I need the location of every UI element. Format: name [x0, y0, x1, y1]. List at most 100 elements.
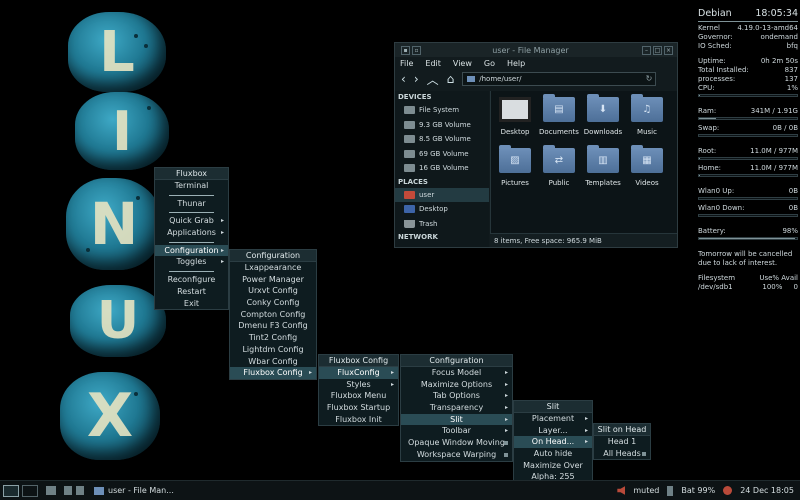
window-sticky-icon[interactable]: ▫	[412, 45, 421, 55]
menu-item-dmenu-f3-config[interactable]: Dmenu F3 Config	[230, 320, 316, 332]
cpu-value: 1%	[786, 84, 798, 92]
menu-item-applications[interactable]: Applications ▸	[155, 227, 228, 239]
folder-grid: Desktop ▤ Documents ⬇ Downloads ♫ Music ▨ Pictur…	[493, 94, 669, 187]
volume-status[interactable]: muted	[633, 486, 659, 495]
menu-item-compton-config[interactable]: Compton Config	[230, 309, 316, 321]
menu-item-label: Exit	[183, 298, 200, 308]
submenu-arrow-icon: ▸	[390, 369, 394, 376]
sidebar-item-device[interactable]: 9.3 GB Volume	[395, 118, 489, 133]
menu-item-reconfigure[interactable]: Reconfigure	[155, 274, 228, 286]
menu-item-fluxbox-init[interactable]: Fluxbox Init	[319, 414, 398, 426]
settings-launcher-icon[interactable]	[64, 486, 72, 495]
menu-item-thunar[interactable]: Thunar	[155, 198, 228, 210]
drive-icon	[404, 120, 415, 129]
reload-icon[interactable]: ↻	[646, 74, 653, 83]
sidebar-item-label: Trash	[419, 219, 438, 228]
menubar-item-edit[interactable]: Edit	[425, 59, 441, 68]
menu-item-maximize-options[interactable]: Maximize Options ▸	[401, 379, 512, 391]
menu-item-label: Dmenu F3 Config	[238, 321, 308, 331]
window-menu-icon[interactable]: ▪	[401, 45, 410, 55]
menu-item-head-1[interactable]: Head 1	[594, 436, 650, 448]
folder-item-documents[interactable]: ▤ Documents	[537, 94, 581, 136]
menu-item-label: Toggles	[176, 257, 207, 267]
folder-item-public[interactable]: ⇄ Public	[537, 145, 581, 187]
checkbox-icon[interactable]	[504, 441, 508, 446]
menu-item-tint2-config[interactable]: Tint2 Config	[230, 332, 316, 344]
menu-item-opaque-window-moving[interactable]: Opaque Window Moving	[401, 437, 512, 449]
menubar-item-view[interactable]: View	[453, 59, 472, 68]
taskbar-task-file-manager[interactable]: user - File Man...	[94, 486, 174, 495]
sidebar-item-device[interactable]: File System	[395, 103, 489, 118]
close-icon[interactable]: ×	[664, 45, 673, 55]
menu-item-quick-grab[interactable]: Quick Grab ▸	[155, 215, 228, 227]
sidebar-item-trash[interactable]: Trash	[395, 217, 489, 232]
sidebar-item-device[interactable]: 16 GB Volume	[395, 161, 489, 176]
menu-item-fluxbox-menu[interactable]: Fluxbox Menu	[319, 390, 398, 402]
sidebar-item-device[interactable]: 8.5 GB Volume	[395, 132, 489, 147]
forward-arrow-icon[interactable]: ›	[414, 72, 419, 86]
sidebar-item-desktop[interactable]: Desktop	[395, 202, 489, 217]
menu-item-workspace-warping[interactable]: Workspace Warping	[401, 449, 512, 461]
sidebar-item-device[interactable]: 69 GB Volume	[395, 147, 489, 162]
folder-item-downloads[interactable]: ⬇ Downloads	[581, 94, 625, 136]
taskbar: user - File Man... muted Bat 99% 24 Dec …	[0, 480, 800, 500]
submenu-arrow-icon: ▸	[584, 438, 588, 446]
menu-item-all-heads[interactable]: All Heads	[594, 448, 650, 460]
sidebar-item-user[interactable]: user	[395, 187, 489, 202]
menu-item-toolbar[interactable]: Toolbar ▸	[401, 425, 512, 437]
menubar-item-help[interactable]: Help	[507, 59, 525, 68]
menu-item-label: Placement	[531, 414, 575, 423]
menu-item-label: Compton Config	[240, 309, 306, 319]
folder-item-templates[interactable]: ▥ Templates	[581, 145, 625, 187]
folder-item-desktop[interactable]: Desktop	[493, 97, 537, 136]
up-arrow-icon[interactable]: ︿	[427, 71, 439, 88]
menu-item-wbar-config[interactable]: Wbar Config	[230, 356, 316, 368]
menu-item-placement[interactable]: Placement ▸	[514, 413, 592, 425]
menu-item-styles[interactable]: Styles ▸	[319, 379, 398, 391]
menu-item-conky-config[interactable]: Conky Config	[230, 297, 316, 309]
menu-item-focus-model[interactable]: Focus Model ▸	[401, 367, 512, 379]
menu-item-fluxbox-config[interactable]: Fluxbox Config ▸	[230, 367, 316, 379]
sidebar-item-label: 69 GB Volume	[419, 149, 469, 158]
folder-item-music[interactable]: ♫ Music	[625, 94, 669, 136]
menu-item-label: Configuration	[164, 245, 219, 255]
minimize-icon[interactable]: –	[642, 45, 651, 55]
menu-item-tab-options[interactable]: Tab Options ▸	[401, 390, 512, 402]
menu-item-configuration[interactable]: Configuration ▸	[155, 244, 228, 257]
maximize-icon[interactable]: □	[653, 45, 662, 55]
menu-item-fluxbox-startup[interactable]: Fluxbox Startup	[319, 402, 398, 414]
checkbox-icon[interactable]	[642, 451, 646, 456]
menu-item-label: Thunar	[177, 198, 206, 208]
menu-item-lxappearance[interactable]: Lxappearance	[230, 262, 316, 274]
speaker-muted-icon[interactable]	[617, 486, 626, 495]
sidebar-header-devices: DEVICES	[398, 93, 432, 101]
menu-item-transparency[interactable]: Transparency ▸	[401, 402, 512, 414]
menu-item-terminal[interactable]: Terminal	[155, 180, 228, 192]
menu-item-power-manager[interactable]: Power Manager	[230, 274, 316, 286]
workspace-2-button[interactable]	[22, 484, 38, 497]
back-arrow-icon[interactable]: ‹	[401, 72, 406, 86]
terminal-launcher-icon[interactable]	[46, 486, 56, 495]
workspace-1-button[interactable]	[3, 484, 19, 497]
taskbar-clock[interactable]: 24 Dec 18:05	[740, 486, 794, 495]
menu-item-maximize-over[interactable]: Maximize Over	[514, 460, 592, 472]
folder-item-pictures[interactable]: ▨ Pictures	[493, 145, 537, 187]
menu-item-toggles[interactable]: Toggles ▸	[155, 256, 228, 268]
menu-item-restart[interactable]: Restart	[155, 286, 228, 298]
menu-item-exit[interactable]: Exit	[155, 298, 228, 310]
home-icon[interactable]: ⌂	[447, 72, 455, 86]
menu-item-lightdm-config[interactable]: Lightdm Config	[230, 344, 316, 356]
menu-item-fluxconfig[interactable]: FluxConfig ▸	[319, 367, 398, 379]
menu-item-auto-hide[interactable]: Auto hide	[514, 448, 592, 460]
menu-item-urxvt-config[interactable]: Urxvt Config	[230, 285, 316, 297]
menu-item-layer[interactable]: Layer... ▸	[514, 425, 592, 437]
checkbox-icon[interactable]	[504, 452, 508, 457]
menubar-item-go[interactable]: Go	[484, 59, 495, 68]
file-manager-titlebar[interactable]: ▪ ▫ user - File Manager – □ ×	[395, 43, 677, 57]
apps-grid-icon[interactable]	[76, 486, 84, 495]
location-bar[interactable]: /home/user/ ↻	[462, 72, 657, 86]
menu-item-slit[interactable]: Slit ▸	[401, 413, 512, 426]
menu-item-on-head[interactable]: On Head... ▸	[514, 436, 592, 449]
folder-item-videos[interactable]: ▦ Videos	[625, 145, 669, 187]
menubar-item-file[interactable]: File	[400, 59, 413, 68]
